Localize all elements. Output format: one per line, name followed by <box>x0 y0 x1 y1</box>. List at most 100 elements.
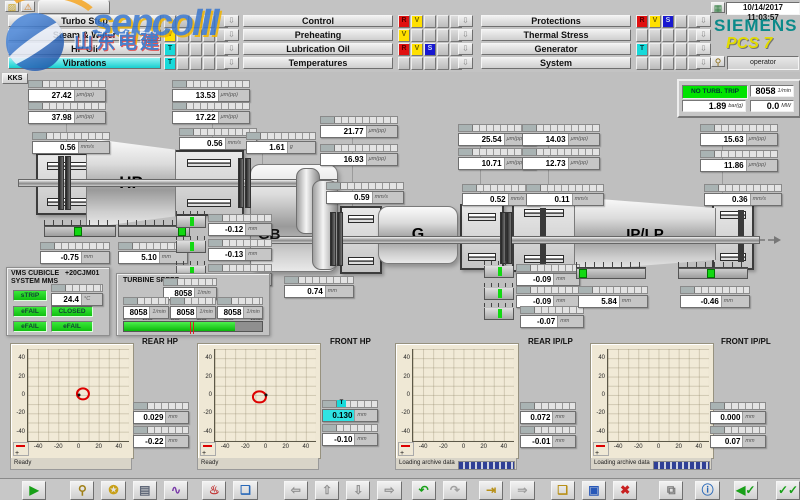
print-report-button[interactable]: ▤ <box>133 481 157 500</box>
nav-lubrication-oil-arrow-icon[interactable]: ⇩ <box>458 43 473 55</box>
efail-button-3[interactable]: eFAIL <box>51 321 93 332</box>
nav-steam-water-arrow-icon[interactable]: ⇩ <box>224 29 239 41</box>
nav-temperatures-arrow-icon[interactable]: ⇩ <box>458 57 473 69</box>
plot-panel-rear-iplp: REAR IP/LP 40200-20-40-40-2002040 + Load… <box>395 336 587 474</box>
cup-gauge-axial-iplp-2 <box>484 288 514 300</box>
operator-field[interactable]: operator <box>727 56 799 70</box>
y-axis-tick: -20 <box>596 410 605 416</box>
pages-icon[interactable]: ▨ <box>5 1 19 12</box>
acknowledge-all-button[interactable]: ✓✓ <box>776 481 800 500</box>
nav-protections-arrow-icon[interactable]: ⇩ <box>696 15 711 27</box>
nav-protections[interactable]: Protections <box>481 15 631 27</box>
kks-button[interactable]: KKS <box>2 73 28 84</box>
nav-generator-arrow-icon[interactable]: ⇩ <box>696 43 711 55</box>
meas-rear-hp-1: 0.029mm <box>133 402 189 424</box>
gauge-expansion-iplp-right <box>678 262 748 279</box>
nav-thermal-stress[interactable]: Thermal Stress <box>481 29 631 41</box>
meas-expansion-iplp-left: 5.84mm <box>578 286 648 308</box>
badges-control: RV <box>398 15 462 27</box>
nav-hp-oil-arrow-icon[interactable]: ⇩ <box>224 43 239 55</box>
pcs7-logo: PCS 7 <box>726 35 772 53</box>
orbit-center-dot <box>264 394 267 397</box>
nav-up-icon: ⇧ <box>322 484 332 496</box>
new-screen-button[interactable]: ✪ <box>101 481 125 500</box>
save-button[interactable]: ▣ <box>582 481 606 500</box>
archive-button[interactable]: ❏ <box>233 481 257 500</box>
thermometer-button[interactable]: ♨ <box>202 481 226 500</box>
plot-legend-icon[interactable]: + <box>398 442 414 456</box>
pressure-display: 1.89bar(g) <box>682 100 746 112</box>
nav-generator[interactable]: Generator <box>481 43 631 55</box>
nav-control[interactable]: Control <box>243 15 393 27</box>
y-axis-tick: -40 <box>596 429 605 435</box>
nav-system-arrow-icon[interactable]: ⇩ <box>696 57 711 69</box>
nav-preheating-arrow-icon[interactable]: ⇩ <box>458 29 473 41</box>
y-axis-tick: -20 <box>203 410 212 416</box>
nav-preheating[interactable]: Preheating <box>243 29 393 41</box>
start-button[interactable]: ▶ <box>22 481 46 500</box>
nav-lubrication-oil[interactable]: Lubrication Oil <box>243 43 393 55</box>
screen-forward-button[interactable]: ⇒ <box>510 481 534 500</box>
nav-control-arrow-icon[interactable]: ⇩ <box>458 15 473 27</box>
strip-button[interactable]: sTRIP <box>13 290 47 301</box>
plot-legend-icon[interactable]: + <box>200 442 216 456</box>
meas-front-hp-2: -0.10mm <box>322 424 378 446</box>
nav-right-button[interactable]: ⇨ <box>377 481 401 500</box>
nav-hp-oil[interactable]: HP Oil <box>8 43 161 55</box>
key-login-button[interactable]: ⚲ <box>70 481 94 500</box>
plot-grid: 40200-20-40-40-2002040 <box>27 349 129 442</box>
nav-temperatures[interactable]: Temperatures <box>243 57 393 69</box>
iplp-turbine: IP/LP <box>574 197 716 271</box>
operator-key-icon[interactable]: ⚲ <box>711 56 725 67</box>
info-button[interactable]: ⓘ <box>695 481 719 500</box>
loading-progress-bar <box>653 461 710 470</box>
alarm-badge-empty <box>636 29 648 42</box>
alarm-badge-empty <box>675 57 687 70</box>
nav-left-button[interactable]: ⇦ <box>284 481 308 500</box>
gauge-expansion-hp-front <box>44 220 116 237</box>
undo-button[interactable]: ↶ <box>412 481 436 500</box>
monitor-settings-button[interactable]: ⧉ <box>659 481 683 500</box>
alarm-badge-V: V <box>164 29 176 42</box>
nav-system[interactable]: System <box>481 57 631 69</box>
nav-up-button[interactable]: ⇧ <box>315 481 339 500</box>
delete-button[interactable]: ✖ <box>613 481 637 500</box>
plot-legend-icon[interactable]: + <box>13 442 29 456</box>
loading-progress-bar <box>458 461 515 470</box>
nav-vibrations-arrow-icon[interactable]: ⇩ <box>224 57 239 69</box>
alarm-warning-icon[interactable]: ⚠ <box>21 1 35 12</box>
nav-turbo-step-arrow-icon[interactable]: ⇩ <box>224 15 239 27</box>
screen-in-button[interactable]: ⇥ <box>479 481 503 500</box>
x-axis-tick: -40 <box>221 444 230 450</box>
plot-legend-icon[interactable]: + <box>593 442 609 456</box>
y-axis-tick: 0 <box>407 392 410 398</box>
speed-display: 80581/min <box>750 85 794 97</box>
plot-status-bar: Ready <box>10 458 132 470</box>
nav-turbo-step[interactable]: Turbo Step <box>8 15 161 27</box>
speed-value: 8058 <box>756 86 776 96</box>
alarm-badge-empty <box>649 43 661 56</box>
cup-gauge-axial-iplp-1 <box>484 266 514 278</box>
badges-preheating: V <box>398 29 462 41</box>
plot-grid: 40200-20-40-40-2002040 <box>607 349 709 442</box>
nav-down-button[interactable]: ⇩ <box>346 481 370 500</box>
horn-acknowledge-button[interactable]: ◀✓ <box>734 481 758 500</box>
efail-button-2[interactable]: eFAIL <box>13 321 47 332</box>
meas-gb-out-shaft-y: 16.93μm(pp) <box>320 144 398 166</box>
redo-button[interactable]: ↷ <box>443 481 467 500</box>
monitor-status-icon[interactable]: ▦ <box>711 2 725 13</box>
nav-vibrations[interactable]: Vibrations <box>8 57 161 69</box>
y-axis-tick: 40 <box>598 355 605 361</box>
closed-button[interactable]: CLOSED <box>51 306 93 317</box>
badges-generator: T <box>636 43 700 55</box>
meas-axial-iplp-1: -0.09mm <box>516 264 580 286</box>
vms-tag: +20CJM01 <box>65 270 99 277</box>
alarm-badge-empty <box>437 29 449 42</box>
turbine-speed-panel: TURBINE SPEED 80581/min 80581/min 80581/… <box>116 273 270 336</box>
alarm-badge-empty <box>675 15 687 28</box>
nav-steam-water[interactable]: Steam & Water <box>8 29 161 41</box>
efail-button-1[interactable]: eFAIL <box>13 306 47 317</box>
trend-curves-button[interactable]: ∿ <box>164 481 188 500</box>
open-screen-button[interactable]: ❏ <box>551 481 575 500</box>
nav-thermal-stress-arrow-icon[interactable]: ⇩ <box>696 29 711 41</box>
